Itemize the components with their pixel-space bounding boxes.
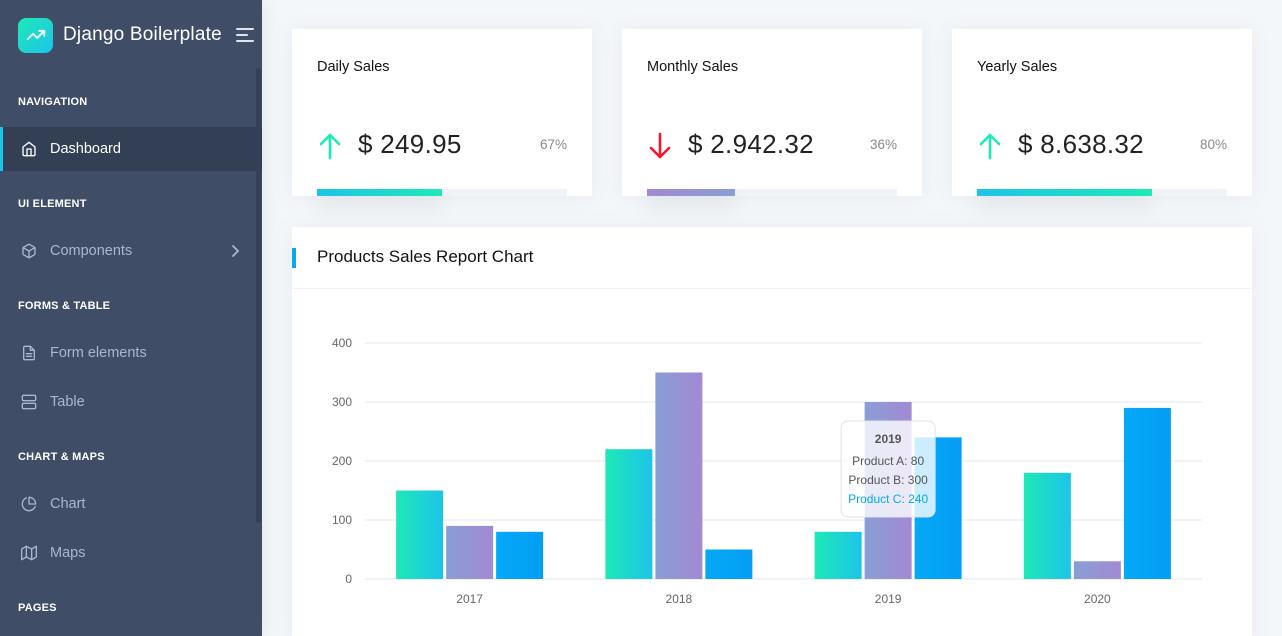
- progress-fill: [977, 189, 1152, 196]
- sidebar-item-components[interactable]: Components: [0, 229, 262, 273]
- sidebar-item-table[interactable]: Table: [0, 380, 262, 424]
- nav-caption-chart-maps: CHART & MAPS: [18, 451, 105, 463]
- stat-card-daily-sales: Daily Sales $ 249.95 67%: [292, 29, 592, 196]
- stat-title: Monthly Sales: [647, 59, 739, 75]
- bar[interactable]: [605, 449, 653, 579]
- nav-caption-forms-table: FORMS & TABLE: [18, 300, 111, 312]
- chart-card-title: Products Sales Report Chart: [317, 247, 534, 266]
- y-tick-label: 100: [332, 513, 352, 527]
- chart-tooltip: 2019 Product A: 80 Product B: 300 Product C…: [840, 420, 936, 518]
- bar-chart[interactable]: 0 100 200 300 400 2017 2018 2019 2020 2019 Produ…: [292, 289, 1252, 636]
- stat-value: $ 8.638.32: [1018, 129, 1144, 159]
- bar[interactable]: [496, 531, 544, 579]
- menu-toggle-icon[interactable]: [235, 28, 254, 42]
- trending-up-icon[interactable]: [18, 17, 53, 53]
- stat-card-yearly-sales: Yearly Sales $ 8.638.32 80%: [952, 29, 1252, 196]
- x-tick-label: 2020: [1084, 592, 1111, 606]
- y-tick-label: 400: [332, 336, 352, 350]
- file-text-icon: [20, 344, 38, 362]
- stat-percent: 36%: [869, 137, 897, 152]
- arrow-up-icon: [319, 133, 341, 160]
- sidebar-item-label: Chart: [50, 496, 86, 512]
- arrow-down-icon: [649, 132, 671, 159]
- stat-percent: 80%: [1199, 137, 1227, 152]
- bar[interactable]: [814, 531, 862, 579]
- tooltip-line: Product A: 80: [852, 454, 924, 468]
- server-icon: [20, 393, 38, 411]
- sidebar: Django Boilerplate NAVIGATION Dashboard …: [0, 0, 262, 636]
- progress-fill: [647, 189, 735, 196]
- tooltip-line: Product B: 300: [848, 473, 928, 487]
- brand: Django Boilerplate: [0, 0, 262, 70]
- y-tick-label: 200: [332, 454, 352, 468]
- bar[interactable]: [705, 549, 753, 580]
- pie-chart-icon: [20, 495, 38, 513]
- sidebar-item-dashboard[interactable]: Dashboard: [0, 127, 262, 171]
- tooltip-title: 2019: [875, 432, 902, 446]
- progress-fill: [317, 189, 442, 196]
- sidebar-item-chart[interactable]: Chart: [0, 482, 262, 526]
- x-tick-label: 2018: [666, 592, 693, 606]
- arrow-up-icon: [979, 133, 1001, 160]
- sidebar-item-label: Components: [50, 243, 133, 259]
- stat-value: $ 249.95: [358, 129, 462, 159]
- bar[interactable]: [446, 525, 494, 579]
- nav-caption-ui-element: UI ELEMENT: [18, 198, 87, 210]
- progress-bar: [977, 189, 1227, 196]
- chevron-right-icon: [230, 244, 240, 262]
- progress-bar: [647, 189, 897, 196]
- box-icon: [20, 242, 38, 260]
- stat-title: Yearly Sales: [977, 59, 1058, 75]
- y-tick-label: 300: [332, 395, 352, 409]
- chart-card-header: Products Sales Report Chart: [292, 227, 1252, 289]
- map-icon: [20, 544, 38, 562]
- bar[interactable]: [655, 372, 703, 580]
- bar[interactable]: [396, 490, 444, 580]
- stat-card-monthly-sales: Monthly Sales $ 2.942.32 36%: [622, 29, 922, 196]
- x-tick-label: 2019: [875, 592, 902, 606]
- home-icon: [20, 140, 38, 158]
- stat-title: Daily Sales: [317, 59, 390, 75]
- brand-name[interactable]: Django Boilerplate: [63, 24, 222, 46]
- sidebar-item-maps[interactable]: Maps: [0, 531, 262, 575]
- header-accent: [292, 248, 296, 268]
- bar[interactable]: [1073, 561, 1121, 579]
- bar[interactable]: [1023, 472, 1071, 579]
- sidebar-item-label: Form elements: [50, 345, 147, 361]
- sidebar-scrollbar[interactable]: [256, 68, 261, 523]
- bar[interactable]: [1123, 407, 1171, 579]
- nav-caption-pages: PAGES: [18, 602, 57, 614]
- products-sales-chart-card: Products Sales Report Chart 0 100 200 300 40…: [292, 227, 1252, 636]
- sidebar-item-form-elements[interactable]: Form elements: [0, 331, 262, 375]
- stat-percent: 67%: [539, 137, 567, 152]
- progress-bar: [317, 189, 567, 196]
- sidebar-item-label: Maps: [50, 545, 86, 561]
- sidebar-item-label: Table: [50, 394, 85, 410]
- tooltip-line: Product C: 240: [848, 492, 928, 506]
- stat-value: $ 2.942.32: [688, 129, 814, 159]
- sidebar-item-label: Dashboard: [50, 141, 121, 157]
- x-tick-label: 2017: [456, 592, 483, 606]
- nav-caption-navigation: NAVIGATION: [18, 96, 88, 108]
- y-tick-label: 0: [345, 572, 352, 586]
